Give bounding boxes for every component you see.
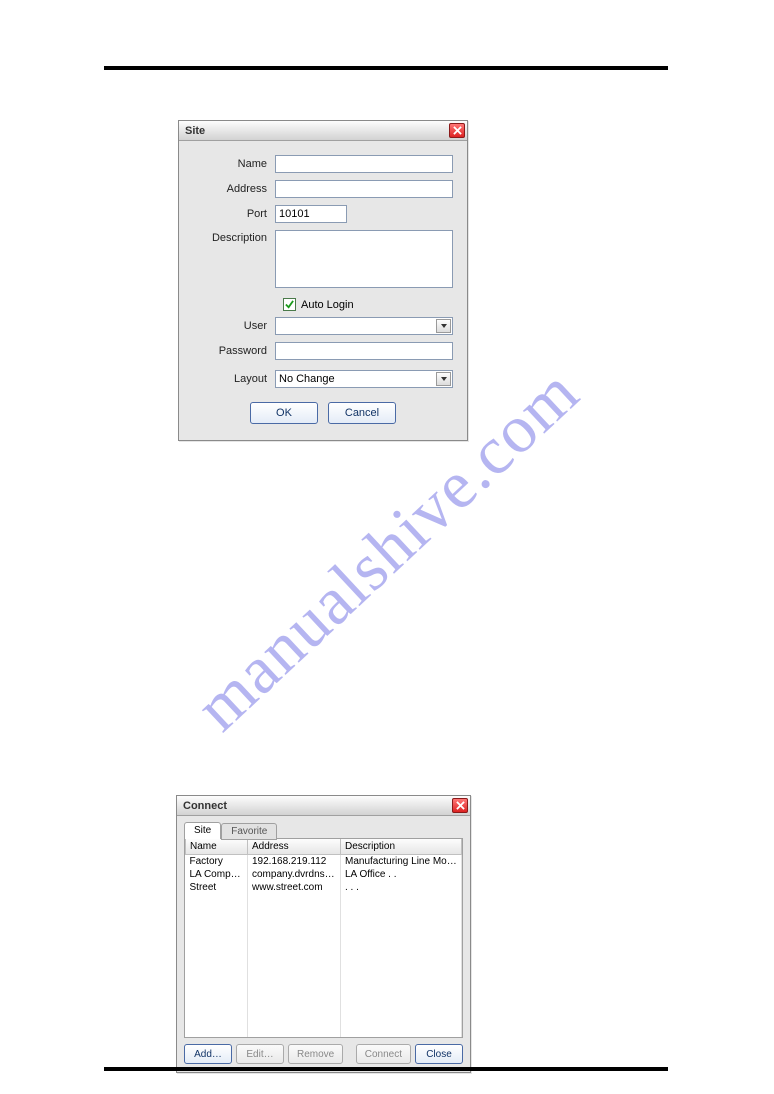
connect-button[interactable]: Connect bbox=[356, 1044, 411, 1064]
col-description[interactable]: Description bbox=[341, 839, 462, 855]
auto-login-label: Auto Login bbox=[301, 299, 354, 311]
remove-button[interactable]: Remove bbox=[288, 1044, 343, 1064]
cell-description: Manufacturing Line Monitoring bbox=[341, 855, 462, 868]
table-row bbox=[186, 998, 462, 1011]
table-row bbox=[186, 920, 462, 933]
edit-button[interactable]: Edit… bbox=[236, 1044, 284, 1064]
add-button[interactable]: Add… bbox=[184, 1044, 232, 1064]
table-row bbox=[186, 959, 462, 972]
description-label: Description bbox=[193, 230, 275, 244]
connect-title: Connect bbox=[183, 800, 227, 812]
table-row bbox=[186, 972, 462, 985]
page-bottom-rule bbox=[104, 1067, 668, 1071]
address-label: Address bbox=[193, 183, 275, 195]
table-row[interactable]: Factory192.168.219.112Manufacturing Line… bbox=[186, 855, 462, 868]
password-label: Password bbox=[193, 345, 275, 357]
site-title: Site bbox=[185, 125, 205, 137]
site-dialog: Site Name Address Port Description bbox=[178, 120, 468, 441]
tab-site[interactable]: Site bbox=[184, 822, 221, 839]
cell-name: Street bbox=[186, 881, 248, 894]
col-name[interactable]: Name bbox=[186, 839, 248, 855]
col-address[interactable]: Address bbox=[248, 839, 341, 855]
password-field[interactable] bbox=[275, 342, 453, 360]
cell-name: Factory bbox=[186, 855, 248, 868]
table-row bbox=[186, 907, 462, 920]
cell-address: 192.168.219.112 bbox=[248, 855, 341, 868]
cell-description: . . . bbox=[341, 881, 462, 894]
chevron-down-icon[interactable] bbox=[436, 372, 451, 386]
connect-titlebar[interactable]: Connect bbox=[177, 796, 470, 816]
table-row bbox=[186, 946, 462, 959]
layout-label: Layout bbox=[193, 373, 275, 385]
connect-dialog: Connect Site Favorite Name Address bbox=[176, 795, 471, 1073]
cancel-button[interactable]: Cancel bbox=[328, 402, 396, 424]
table-row bbox=[186, 894, 462, 907]
port-field[interactable] bbox=[275, 205, 347, 223]
site-titlebar[interactable]: Site bbox=[179, 121, 467, 141]
tab-favorite[interactable]: Favorite bbox=[221, 823, 277, 840]
table-row bbox=[186, 1011, 462, 1024]
cell-address: www.street.com bbox=[248, 881, 341, 894]
address-field[interactable] bbox=[275, 180, 453, 198]
port-label: Port bbox=[193, 208, 275, 220]
ok-button[interactable]: OK bbox=[250, 402, 318, 424]
site-list[interactable]: Name Address Description Factory192.168.… bbox=[184, 838, 463, 1038]
description-field[interactable] bbox=[275, 230, 453, 288]
table-row bbox=[186, 985, 462, 998]
page-top-rule bbox=[104, 66, 668, 70]
table-row[interactable]: Streetwww.street.com. . . bbox=[186, 881, 462, 894]
name-field[interactable] bbox=[275, 155, 453, 173]
table-row bbox=[186, 933, 462, 946]
layout-combo[interactable]: No Change bbox=[275, 370, 453, 388]
cell-description: LA Office . . bbox=[341, 868, 462, 881]
auto-login-checkbox[interactable] bbox=[283, 298, 296, 311]
cell-address: company.dvrdns.org bbox=[248, 868, 341, 881]
cell-name: LA Company bbox=[186, 868, 248, 881]
user-label: User bbox=[193, 320, 275, 332]
layout-combo-value: No Change bbox=[279, 373, 335, 385]
name-label: Name bbox=[193, 158, 275, 170]
user-combo[interactable] bbox=[275, 317, 453, 335]
chevron-down-icon[interactable] bbox=[436, 319, 451, 333]
close-button[interactable]: Close bbox=[415, 1044, 463, 1064]
table-row[interactable]: LA Companycompany.dvrdns.orgLA Office . … bbox=[186, 868, 462, 881]
close-icon[interactable] bbox=[449, 123, 465, 138]
table-row bbox=[186, 1024, 462, 1037]
close-icon[interactable] bbox=[452, 798, 468, 813]
